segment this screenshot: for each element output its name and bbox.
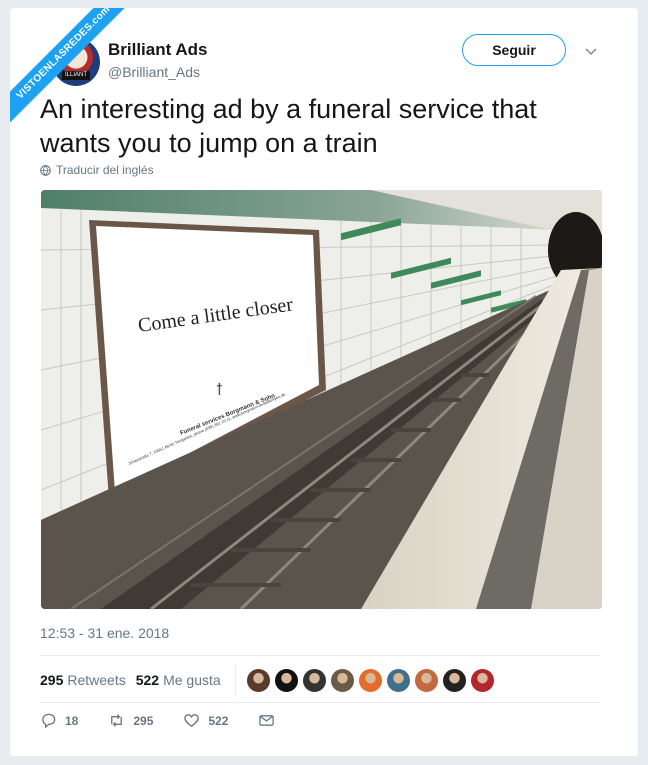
retweet-count: 295 [133,713,154,728]
divider-bottom [40,702,600,703]
retweet-button[interactable]: 295 [108,712,153,729]
liker-avatar[interactable] [273,667,299,693]
envelope-icon [259,715,275,726]
watermark-banner: VISTOENLASREDES.com [10,8,170,168]
heart-icon [184,714,200,727]
liker-avatar[interactable] [413,667,439,693]
liker-avatar[interactable] [245,667,271,693]
tweet-timestamp[interactable]: 12:53 - 31 ene. 2018 [40,625,169,641]
reply-button[interactable]: 18 [40,712,78,729]
likes-stat[interactable]: 522 Me gusta [136,672,221,688]
liker-avatar[interactable] [385,667,411,693]
liker-avatar[interactable] [301,667,327,693]
liker-avatar[interactable] [469,667,495,693]
chevron-down-icon[interactable] [584,44,598,58]
liker-avatar[interactable] [441,667,467,693]
retweet-icon [111,714,123,727]
divider-top [40,655,600,656]
stats-separator [234,663,236,697]
direct-message-button[interactable] [258,712,275,729]
likes-count: 522 [135,672,160,688]
reply-icon [42,713,56,729]
retweets-label: Retweets [67,672,126,688]
follow-button[interactable]: Seguir [462,34,566,66]
tweet-stats: 295 Retweets 522 Me gusta [40,663,495,697]
liker-avatars [245,667,495,693]
like-button[interactable]: 522 [183,712,228,729]
retweets-count: 295 [40,672,64,688]
tweet-card: VISTOENLASREDES.com ILLIANT Brilliant Ad… [10,8,638,756]
like-count: 522 [208,713,229,728]
tweet-actions: 18 295 522 [40,712,305,729]
subway-ad-photo: Come a little closer ꝉ Funeral services … [41,190,602,609]
retweets-stat[interactable]: 295 Retweets [40,672,126,688]
watermark-text: VISTOENLASREDES.com [10,8,143,132]
reply-count: 18 [65,713,79,728]
liker-avatar[interactable] [357,667,383,693]
liker-avatar[interactable] [329,667,355,693]
likes-label: Me gusta [163,672,221,688]
tweet-photo[interactable]: Come a little closer ꝉ Funeral services … [41,190,602,609]
ad-logo-icon: ꝉ [216,382,223,399]
